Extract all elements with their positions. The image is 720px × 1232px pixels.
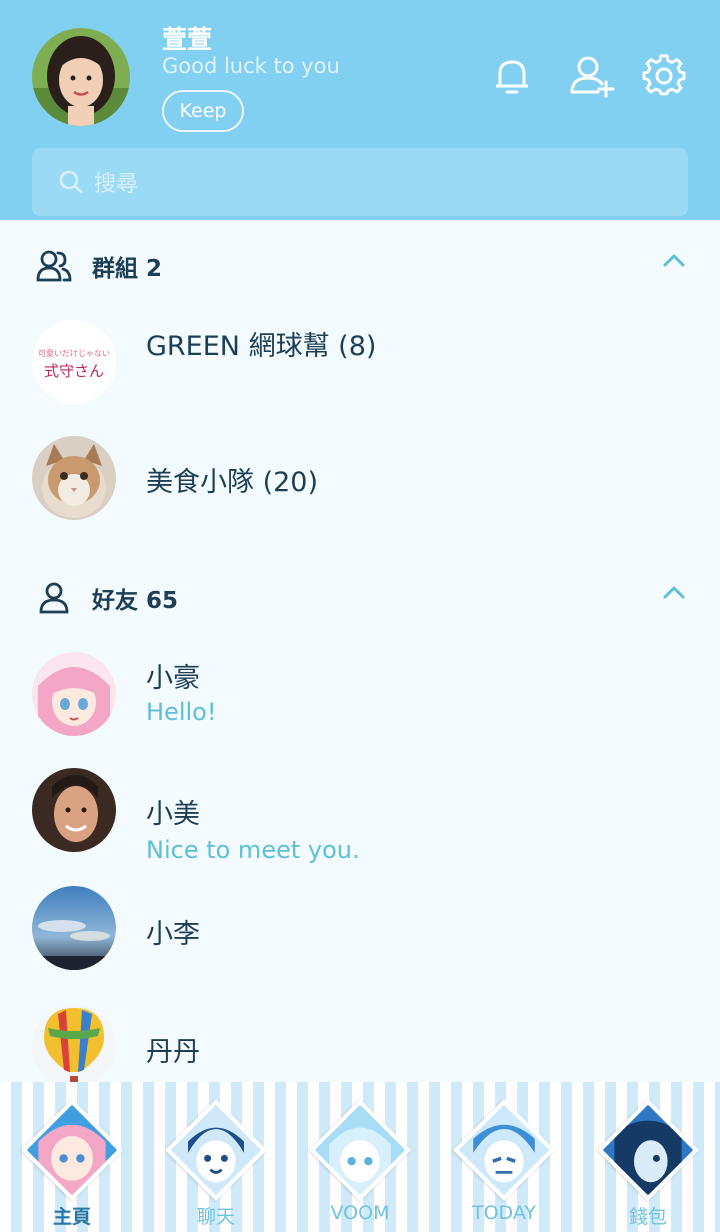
friends-section-header[interactable]: 好友 65 [36, 578, 686, 618]
profile-avatar[interactable] [32, 28, 130, 126]
search-icon [59, 170, 83, 194]
friend-avatar [32, 1004, 116, 1088]
nav-voom-label: VOOM [330, 1202, 390, 1224]
profile-status-message[interactable]: Good luck to you [162, 54, 340, 78]
group-row[interactable]: 可愛いだけじゃない 式守さん GREEN 網球幫 (8) [32, 318, 688, 408]
chats-tab-icon [165, 1099, 267, 1201]
friend-avatar [32, 652, 116, 736]
friends-section-title: 好友 65 [92, 588, 179, 614]
friend-row[interactable]: 小李 [32, 886, 688, 978]
nav-wallet-label: 錢包 [628, 1206, 667, 1228]
bottom-navigation: 主頁 聊天 VOOM TODAY 錢包 [0, 1082, 720, 1232]
friend-icon [39, 582, 69, 614]
group-name: 美食小隊 (20) [146, 467, 319, 498]
group-row[interactable]: 美食小隊 (20) [32, 436, 688, 526]
home-tab-icon [21, 1099, 123, 1201]
nav-home[interactable]: 主頁 [0, 1082, 144, 1232]
friend-name: 小豪 [146, 663, 200, 694]
add-friend-icon[interactable] [568, 54, 615, 98]
voom-tab-icon [309, 1099, 411, 1201]
group-avatar-text: 式守さん [43, 362, 104, 380]
nav-home-label: 主頁 [52, 1206, 91, 1228]
friend-avatar [32, 886, 116, 970]
friend-status-message: Hello! [146, 698, 217, 726]
nav-chats-label: 聊天 [196, 1206, 235, 1228]
friend-name: 小李 [146, 919, 200, 950]
profile-name[interactable]: 萱萱 [162, 20, 212, 56]
group-name: GREEN 網球幫 (8) [146, 331, 377, 362]
friend-name: 小美 [146, 799, 200, 830]
group-avatar [32, 436, 116, 520]
friend-row[interactable]: 小美 Nice to meet you. [32, 768, 688, 864]
wallet-tab-icon [597, 1099, 699, 1201]
keep-button[interactable]: Keep [162, 90, 244, 132]
profile-header: 萱萱 Good luck to you Keep 搜尋 [0, 0, 720, 220]
search-bar[interactable]: 搜尋 [32, 148, 688, 216]
search-placeholder: 搜尋 [94, 172, 139, 197]
group-avatar-caption: 可愛いだけじゃない [38, 349, 110, 358]
bell-icon[interactable] [490, 54, 534, 98]
nav-voom[interactable]: VOOM [288, 1082, 432, 1232]
settings-icon[interactable] [642, 54, 686, 98]
chevron-up-icon[interactable] [662, 584, 686, 600]
nav-today[interactable]: TODAY [432, 1082, 576, 1232]
groups-section-header[interactable]: 群組 2 [36, 246, 686, 286]
groups-section-title: 群組 2 [92, 256, 163, 282]
nav-wallet[interactable]: 錢包 [576, 1082, 720, 1232]
group-icon [36, 250, 72, 282]
chevron-up-icon[interactable] [662, 252, 686, 268]
friend-name: 丹丹 [146, 1037, 200, 1068]
today-tab-icon [453, 1099, 555, 1201]
nav-today-label: TODAY [472, 1202, 536, 1224]
group-avatar: 可愛いだけじゃない 式守さん [32, 320, 116, 404]
nav-chats[interactable]: 聊天 [144, 1082, 288, 1232]
friend-row[interactable]: 小豪 Hello! [32, 652, 688, 744]
friend-row[interactable]: 丹丹 [32, 1004, 688, 1088]
friend-avatar [32, 768, 116, 852]
friend-status-message: Nice to meet you. [146, 836, 360, 864]
